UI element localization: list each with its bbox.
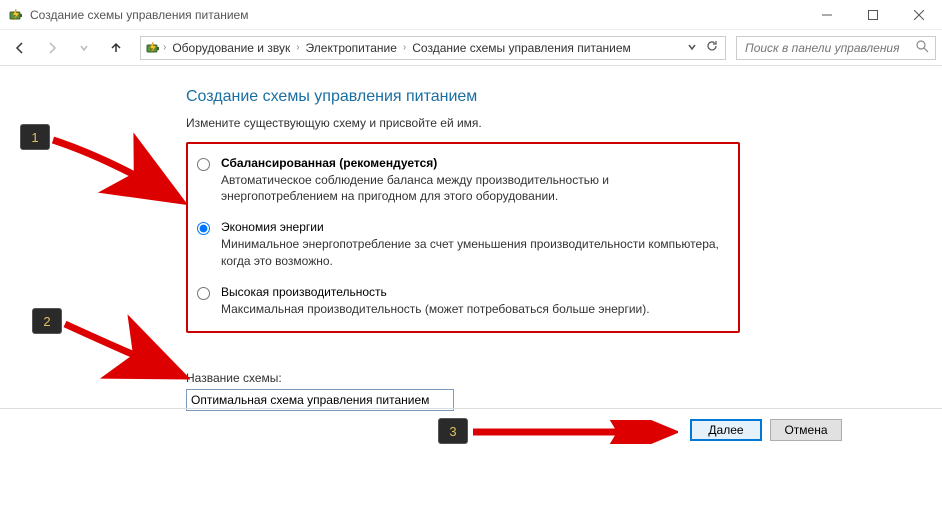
annotation-badge-1: 1 bbox=[20, 124, 50, 150]
back-button[interactable] bbox=[6, 34, 34, 62]
breadcrumb-item[interactable]: Оборудование и звук bbox=[168, 41, 294, 55]
annotation-badge-2: 2 bbox=[32, 308, 62, 334]
minimize-button[interactable] bbox=[804, 0, 850, 29]
option-title: Высокая производительность bbox=[221, 285, 726, 299]
power-options-icon bbox=[145, 40, 161, 56]
cancel-button[interactable]: Отмена bbox=[770, 419, 842, 441]
refresh-icon[interactable] bbox=[703, 39, 721, 56]
breadcrumb-item[interactable]: Электропитание bbox=[302, 41, 401, 55]
option-desc: Максимальная производительность (может п… bbox=[221, 301, 726, 317]
option-title: Экономия энергии bbox=[221, 220, 726, 234]
recent-dropdown[interactable] bbox=[70, 34, 98, 62]
plan-name-label: Название схемы: bbox=[186, 371, 942, 385]
forward-button[interactable] bbox=[38, 34, 66, 62]
up-button[interactable] bbox=[102, 34, 130, 62]
plan-name-section: Название схемы: bbox=[186, 371, 942, 411]
page-title: Создание схемы управления питанием bbox=[186, 88, 942, 106]
breadcrumb[interactable]: › Оборудование и звук › Электропитание ›… bbox=[140, 36, 726, 60]
radio-balanced[interactable] bbox=[197, 158, 210, 171]
chevron-right-icon: › bbox=[403, 42, 406, 53]
history-dropdown-icon[interactable] bbox=[683, 41, 701, 55]
window-controls bbox=[804, 0, 942, 29]
plan-options-group: Сбалансированная (рекомендуется) Автомат… bbox=[186, 142, 740, 333]
close-button[interactable] bbox=[896, 0, 942, 29]
chevron-right-icon: › bbox=[163, 42, 166, 53]
breadcrumb-item[interactable]: Создание схемы управления питанием bbox=[408, 41, 634, 55]
radio-highperf[interactable] bbox=[197, 287, 210, 300]
page-subtitle: Измените существующую схему и присвойте … bbox=[186, 116, 942, 130]
chevron-right-icon: › bbox=[296, 42, 299, 53]
footer-buttons: Далее Отмена bbox=[0, 408, 942, 441]
radio-powersave[interactable] bbox=[197, 222, 210, 235]
search-input[interactable] bbox=[743, 40, 909, 56]
window-title: Создание схемы управления питанием bbox=[30, 8, 804, 22]
maximize-button[interactable] bbox=[850, 0, 896, 29]
plan-option-highperf[interactable]: Высокая производительность Максимальная … bbox=[192, 281, 726, 321]
main-content: Создание схемы управления питанием Измен… bbox=[0, 66, 942, 411]
next-button[interactable]: Далее bbox=[690, 419, 762, 441]
titlebar: Создание схемы управления питанием bbox=[0, 0, 942, 30]
search-icon[interactable] bbox=[915, 39, 929, 56]
plan-option-powersave[interactable]: Экономия энергии Минимальное энергопотре… bbox=[192, 216, 726, 272]
option-desc: Минимальное энергопотребление за счет ум… bbox=[221, 236, 726, 268]
search-box[interactable] bbox=[736, 36, 936, 60]
annotation-badge-3: 3 bbox=[438, 418, 468, 444]
option-title: Сбалансированная (рекомендуется) bbox=[221, 156, 726, 170]
plan-option-balanced[interactable]: Сбалансированная (рекомендуется) Автомат… bbox=[192, 152, 726, 208]
navbar: › Оборудование и звук › Электропитание ›… bbox=[0, 30, 942, 66]
power-options-icon bbox=[8, 7, 24, 23]
option-desc: Автоматическое соблюдение баланса между … bbox=[221, 172, 726, 204]
